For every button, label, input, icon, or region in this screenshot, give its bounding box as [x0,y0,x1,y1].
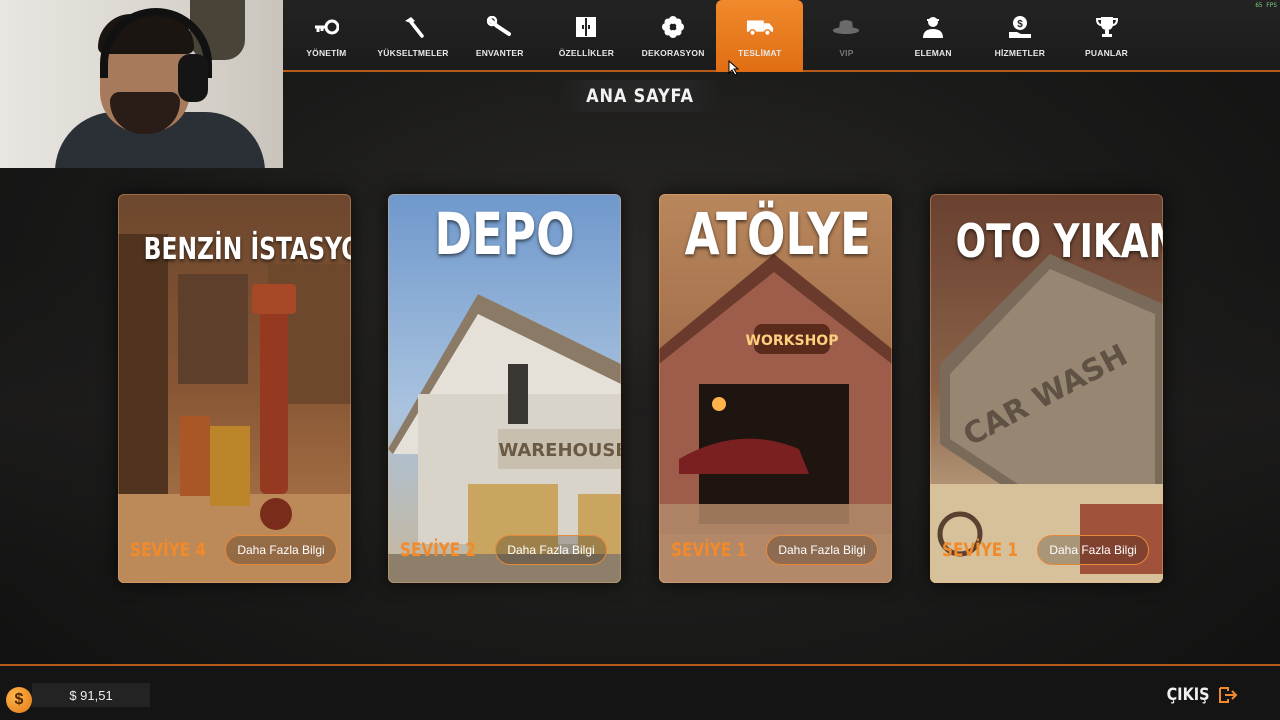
card-footer: SEVİYE 4 Daha Fazla Bilgi [130,535,337,565]
card-title: BENZİN İSTASYONU [143,232,351,267]
webcam-overlay [0,0,283,168]
headphones-cup [178,54,208,102]
card-footer: SEVİYE 1 Daha Fazla Bilgi [942,535,1149,565]
card-footer: SEVİYE 2 Daha Fazla Bilgi [400,535,607,565]
more-info-button[interactable]: Daha Fazla Bilgi [225,535,337,565]
bottom-bar [0,664,1280,720]
nav-label: PUANLAR [1085,48,1129,58]
nav-label: YÖNETİM [306,48,347,58]
page-title: ANA SAYFA [555,80,725,112]
card-level: SEVİYE 2 [400,539,477,561]
flower-icon [659,14,687,40]
key-icon [312,14,340,40]
nav-item-dekorasyon[interactable]: DEKORASYON [630,0,717,72]
fps-counter: 65 FPS [1255,2,1277,9]
wrench-icon [486,14,514,40]
nav-item-yukseltmeler[interactable]: YÜKSELTMELER [370,0,457,72]
nav-item-envanter[interactable]: ENVANTER [456,0,543,72]
hat-icon [832,14,860,40]
warehouse-sign: WAREHOUSE [498,440,621,461]
nav-label: HİZMETLER [994,48,1046,58]
nav-item-puanlar[interactable]: PUANLAR [1063,0,1150,72]
more-info-button[interactable]: Daha Fazla Bilgi [1037,535,1149,565]
top-nav: YÖNETİM YÜKSELTMELER ENVANTER ÖZELLİKLER… [283,0,1280,72]
nav-item-ozellikler[interactable]: ÖZELLİKLER [543,0,630,72]
nav-label: YÜKSELTMELER [377,48,449,58]
nav-item-vip[interactable]: VIP [803,0,890,72]
nav-label: ENVANTER [475,48,524,58]
nav-label: VIP [839,48,854,58]
card-title: ATÖLYE [684,200,871,268]
card-footer: SEVİYE 1 Daha Fazla Bilgi [671,535,878,565]
more-info-button[interactable]: Daha Fazla Bilgi [495,535,607,565]
card-benzin-istasyonu[interactable]: BENZİN İSTASYONU SEVİYE 4 Daha Fazla Bil… [118,194,351,583]
hammer-icon [399,14,427,40]
nav-label: TESLİMAT [738,48,782,58]
svg-text:$: $ [1017,19,1023,30]
truck-icon [746,14,774,40]
cabinet-icon [572,14,600,40]
exit-icon [1219,687,1238,703]
card-atolye[interactable]: WORKSHOP ATÖLYE SEVİYE 1 Daha Fazla Bilg… [659,194,892,583]
money-hand-icon: $ [1006,14,1034,40]
card-title: OTO YIKAMA [955,214,1163,268]
nav-label: ELEMAN [914,48,952,58]
card-oto-yikama[interactable]: CAR WASH OTO YIKAMA SEVİYE 1 Daha Fazla … [930,194,1163,583]
exit-button[interactable]: ÇIKIŞ [1159,684,1238,706]
workshop-sign: WORKSHOP [746,333,839,349]
card-title: DEPO [434,200,575,268]
card-level: SEVİYE 1 [942,539,1019,561]
nav-label: ÖZELLİKLER [558,48,615,58]
mouse-cursor-icon [728,60,740,76]
worker-icon [919,14,947,40]
card-level: SEVİYE 1 [671,539,748,561]
nav-label: DEKORASYON [641,48,705,58]
card-depo[interactable]: WAREHOUSE DEPO SEVİYE 2 Daha Fazla Bilgi [388,194,621,583]
card-level: SEVİYE 4 [130,539,207,561]
balance-display: $ 91,51 [32,683,150,707]
nav-item-eleman[interactable]: ELEMAN [890,0,977,72]
more-info-button[interactable]: Daha Fazla Bilgi [766,535,878,565]
coin-icon: $ [6,687,32,713]
nav-item-yonetim[interactable]: YÖNETİM [283,0,370,72]
trophy-icon [1093,14,1121,40]
nav-item-hizmetler[interactable]: $ HİZMETLER [977,0,1064,72]
exit-label: ÇIKIŞ [1167,685,1210,705]
